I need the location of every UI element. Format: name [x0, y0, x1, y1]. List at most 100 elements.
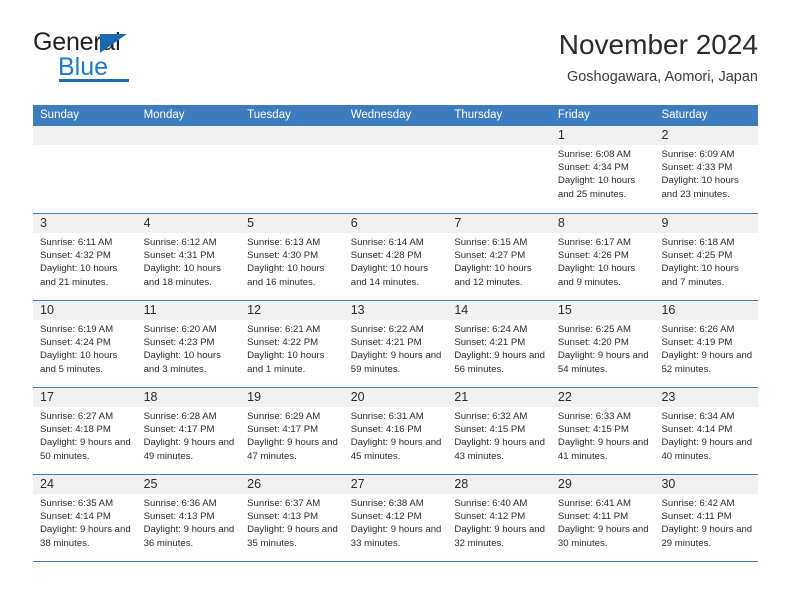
day-sun-info: Sunrise: 6:09 AM Sunset: 4:33 PM Daylight:… — [654, 145, 758, 201]
calendar-day-cell[interactable]: 4 Sunrise: 6:12 AM Sunset: 4:31 PM Daylight… — [136, 214, 241, 300]
daylight-text: Daylight: 9 hours and 41 minutes. — [557, 437, 649, 462]
sunset-text: Sunset: 4:14 PM — [661, 424, 733, 436]
calendar-day-cell[interactable]: 29 Sunrise: 6:41 AM Sunset: 4:11 PM Dayligh… — [550, 475, 655, 561]
calendar-day-cell[interactable]: 13 Sunrise: 6:22 AM Sunset: 4:21 PM Dayligh… — [343, 301, 448, 387]
day-number-band: 16 — [654, 301, 759, 320]
weekday-header-friday: Friday — [557, 109, 590, 121]
page-title: November 2024 — [558, 29, 758, 60]
calendar-day-cell-empty — [33, 126, 137, 213]
calendar-day-cell[interactable]: 17 Sunrise: 6:27 AM Sunset: 4:18 PM Dayligh… — [33, 388, 137, 474]
calendar-day-cell[interactable]: 6 Sunrise: 6:14 AM Sunset: 4:28 PM Daylight… — [343, 214, 448, 300]
sunrise-text: Sunrise: 6:33 AM — [557, 411, 631, 422]
sunset-text: Sunset: 4:26 PM — [557, 250, 629, 262]
sunset-text: Sunset: 4:17 PM — [143, 424, 215, 436]
day-number: 30 — [661, 477, 676, 491]
sunrise-text: Sunrise: 6:41 AM — [557, 498, 631, 509]
calendar-day-cell[interactable]: 14 Sunrise: 6:24 AM Sunset: 4:21 PM Dayligh… — [447, 301, 551, 387]
day-number-band: 21 — [447, 388, 551, 407]
sunrise-text: Sunrise: 6:09 AM — [661, 149, 735, 160]
day-number-band: 28 — [447, 475, 551, 494]
day-number-band — [240, 126, 344, 145]
day-sun-info: Sunrise: 6:36 AM Sunset: 4:13 PM Daylight:… — [137, 494, 241, 550]
sunset-text: Sunset: 4:15 PM — [454, 424, 526, 436]
day-sun-info: Sunrise: 6:37 AM Sunset: 4:13 PM Daylight:… — [240, 494, 344, 550]
sunrise-text: Sunrise: 6:21 AM — [247, 324, 321, 335]
calendar-day-cell[interactable]: 20 Sunrise: 6:31 AM Sunset: 4:16 PM Dayligh… — [343, 388, 448, 474]
day-number: 12 — [247, 303, 262, 317]
day-sun-info: Sunrise: 6:25 AM Sunset: 4:20 PM Daylight:… — [551, 320, 655, 376]
daylight-text: Daylight: 10 hours and 12 minutes. — [454, 263, 532, 288]
calendar-day-cell[interactable]: 22 Sunrise: 6:33 AM Sunset: 4:15 PM Dayligh… — [550, 388, 655, 474]
day-number-band: 7 — [447, 214, 551, 233]
sunrise-text: Sunrise: 6:29 AM — [247, 411, 321, 422]
sunrise-text: Sunrise: 6:11 AM — [40, 237, 113, 248]
sunset-text: Sunset: 4:13 PM — [247, 511, 319, 523]
day-number-band: 10 — [33, 301, 137, 320]
calendar-week-row: 3 Sunrise: 6:11 AM Sunset: 4:32 PM Daylight… — [33, 213, 759, 300]
calendar-day-cell-empty — [343, 126, 448, 213]
day-number: 20 — [350, 390, 365, 404]
calendar-day-cell[interactable]: 3 Sunrise: 6:11 AM Sunset: 4:32 PM Daylight… — [33, 214, 137, 300]
calendar-day-cell[interactable]: 26 Sunrise: 6:37 AM Sunset: 4:13 PM Dayligh… — [240, 475, 344, 561]
day-number: 19 — [247, 390, 262, 404]
logo-underline — [59, 79, 129, 82]
day-number: 3 — [40, 216, 47, 230]
daylight-text: Daylight: 9 hours and 45 minutes. — [350, 437, 442, 462]
day-number-band: 14 — [447, 301, 551, 320]
sunset-text: Sunset: 4:25 PM — [661, 250, 733, 262]
sunrise-text: Sunrise: 6:17 AM — [557, 237, 631, 248]
day-number-band: 2 — [654, 126, 759, 145]
day-number: 6 — [350, 216, 358, 230]
calendar-day-cell[interactable]: 5 Sunrise: 6:13 AM Sunset: 4:30 PM Daylight… — [240, 214, 344, 300]
sunrise-text: Sunrise: 6:15 AM — [454, 237, 528, 248]
daylight-text: Daylight: 10 hours and 1 minute. — [247, 350, 325, 375]
calendar-day-cell[interactable]: 15 Sunrise: 6:25 AM Sunset: 4:20 PM Dayligh… — [550, 301, 655, 387]
calendar-day-cell[interactable]: 23 Sunrise: 6:34 AM Sunset: 4:14 PM Dayligh… — [654, 388, 759, 474]
calendar-day-cell[interactable]: 30 Sunrise: 6:42 AM Sunset: 4:11 PM Dayligh… — [654, 475, 759, 561]
day-number-band: 15 — [550, 301, 655, 320]
sunset-text: Sunset: 4:12 PM — [454, 511, 526, 523]
calendar-day-cell[interactable]: 27 Sunrise: 6:38 AM Sunset: 4:12 PM Dayligh… — [343, 475, 448, 561]
day-number: 2 — [661, 128, 669, 142]
calendar-day-cell[interactable]: 8 Sunrise: 6:17 AM Sunset: 4:26 PM Daylight… — [550, 214, 655, 300]
day-number: 14 — [454, 303, 469, 317]
day-number-band: 26 — [240, 475, 344, 494]
sunrise-text: Sunrise: 6:40 AM — [454, 498, 528, 509]
sunset-text: Sunset: 4:32 PM — [40, 250, 111, 262]
calendar-day-cell[interactable]: 10 Sunrise: 6:19 AM Sunset: 4:24 PM Dayligh… — [33, 301, 137, 387]
day-number: 9 — [661, 216, 669, 230]
sunrise-text: Sunrise: 6:34 AM — [661, 411, 735, 422]
sunset-text: Sunset: 4:18 PM — [40, 424, 111, 436]
calendar-day-cell[interactable]: 7 Sunrise: 6:15 AM Sunset: 4:27 PM Daylight… — [447, 214, 551, 300]
sunrise-text: Sunrise: 6:31 AM — [350, 411, 424, 422]
calendar-day-cell[interactable]: 21 Sunrise: 6:32 AM Sunset: 4:15 PM Dayligh… — [447, 388, 551, 474]
day-number: 4 — [143, 216, 151, 230]
sunset-text: Sunset: 4:16 PM — [350, 424, 422, 436]
calendar-day-cell[interactable]: 12 Sunrise: 6:21 AM Sunset: 4:22 PM Dayligh… — [240, 301, 344, 387]
sunset-text: Sunset: 4:22 PM — [247, 337, 319, 349]
calendar-day-cell[interactable]: 16 Sunrise: 6:26 AM Sunset: 4:19 PM Dayligh… — [654, 301, 759, 387]
general-blue-logo[interactable]: General Blue — [33, 28, 233, 90]
calendar-day-cell[interactable]: 25 Sunrise: 6:36 AM Sunset: 4:13 PM Dayligh… — [136, 475, 241, 561]
weekday-header-monday: Monday — [143, 109, 185, 121]
title-block: November 2024 Goshogawara, Aomori, Japan — [559, 28, 758, 86]
sunset-text: Sunset: 4:14 PM — [40, 511, 111, 523]
day-sun-info: Sunrise: 6:35 AM Sunset: 4:14 PM Daylight:… — [33, 494, 137, 550]
sunset-text: Sunset: 4:27 PM — [454, 250, 526, 262]
calendar-day-cell[interactable]: 19 Sunrise: 6:29 AM Sunset: 4:17 PM Dayligh… — [240, 388, 344, 474]
day-number: 29 — [557, 477, 572, 491]
calendar-day-cell[interactable]: 28 Sunrise: 6:40 AM Sunset: 4:12 PM Dayligh… — [447, 475, 551, 561]
weekday-header-thursday: Thursday — [454, 109, 503, 121]
calendar-day-cell[interactable]: 18 Sunrise: 6:28 AM Sunset: 4:17 PM Dayligh… — [136, 388, 241, 474]
weekday-header-saturday: Saturday — [661, 109, 708, 121]
calendar-day-cell[interactable]: 1 Sunrise: 6:08 AM Sunset: 4:34 PM Daylight… — [550, 126, 655, 213]
calendar-day-cell[interactable]: 11 Sunrise: 6:20 AM Sunset: 4:23 PM Dayligh… — [136, 301, 241, 387]
sunset-text: Sunset: 4:24 PM — [40, 337, 111, 349]
day-number: 28 — [454, 477, 469, 491]
day-number-band: 23 — [654, 388, 759, 407]
sunset-text: Sunset: 4:12 PM — [350, 511, 422, 523]
calendar-day-cell-empty — [136, 126, 241, 213]
calendar-day-cell[interactable]: 9 Sunrise: 6:18 AM Sunset: 4:25 PM Daylight… — [654, 214, 759, 300]
calendar-day-cell[interactable]: 24 Sunrise: 6:35 AM Sunset: 4:14 PM Dayligh… — [33, 475, 137, 561]
calendar-day-cell[interactable]: 2 Sunrise: 6:09 AM Sunset: 4:33 PM Daylight… — [654, 126, 759, 213]
